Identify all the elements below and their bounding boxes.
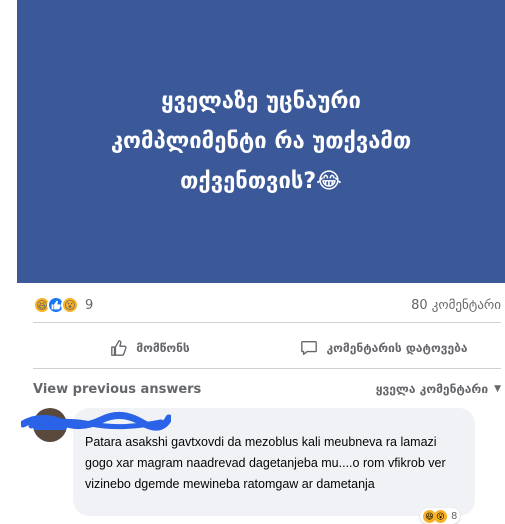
view-previous-link[interactable]: View previous answers xyxy=(33,382,201,397)
comments-bar: View previous answers ყველა კომენტარი ▼ xyxy=(33,378,501,400)
post-image-line-1: ყველაზე უცნაური xyxy=(161,88,361,114)
sort-label: ყველა კომენტარი xyxy=(375,382,489,396)
redaction-scribble xyxy=(21,412,171,431)
comment-reactions[interactable]: 😆 😮 8 xyxy=(420,508,461,524)
comment-reaction-count: 8 xyxy=(451,510,458,522)
comment-button[interactable]: კომენტარის დატოვება xyxy=(267,331,501,365)
wow-reaction-icon: 😮 xyxy=(434,509,447,523)
thumbs-up-icon xyxy=(111,340,127,356)
reaction-count: 9 xyxy=(85,297,94,313)
wow-reaction-icon: 😮 xyxy=(61,296,79,314)
post-image-line-3: თქვენთვის?😂 xyxy=(180,168,342,194)
comment-label: კომენტარის დატოვება xyxy=(326,341,468,355)
comment-text: Patara asakshi gavtxovdi da mezoblus kal… xyxy=(85,435,446,491)
comment-count[interactable]: 80 კომენტარი xyxy=(411,298,501,313)
reactions-summary[interactable]: 😆 😮 9 xyxy=(33,296,93,314)
post-actions: მომწონს კომენტარის დატოვება xyxy=(33,331,501,365)
like-label: მომწონს xyxy=(136,341,190,355)
like-button[interactable]: მომწონს xyxy=(33,331,267,365)
post-image-line-2: კომპლიმენტი რა უთქვამთ xyxy=(110,128,412,154)
caret-down-icon: ▼ xyxy=(494,384,501,394)
divider xyxy=(33,322,501,323)
comment-icon xyxy=(301,341,318,355)
comment-bubble: Patara asakshi gavtxovdi da mezoblus kal… xyxy=(21,408,475,516)
post-stats: 😆 😮 9 80 კომენტარი xyxy=(33,292,501,318)
comment-sort-dropdown[interactable]: ყველა კომენტარი ▼ xyxy=(376,382,501,396)
post-image[interactable]: ყველაზე უცნაური კომპლიმენტი რა უთქვამთ თ… xyxy=(17,0,505,283)
divider xyxy=(33,368,501,369)
